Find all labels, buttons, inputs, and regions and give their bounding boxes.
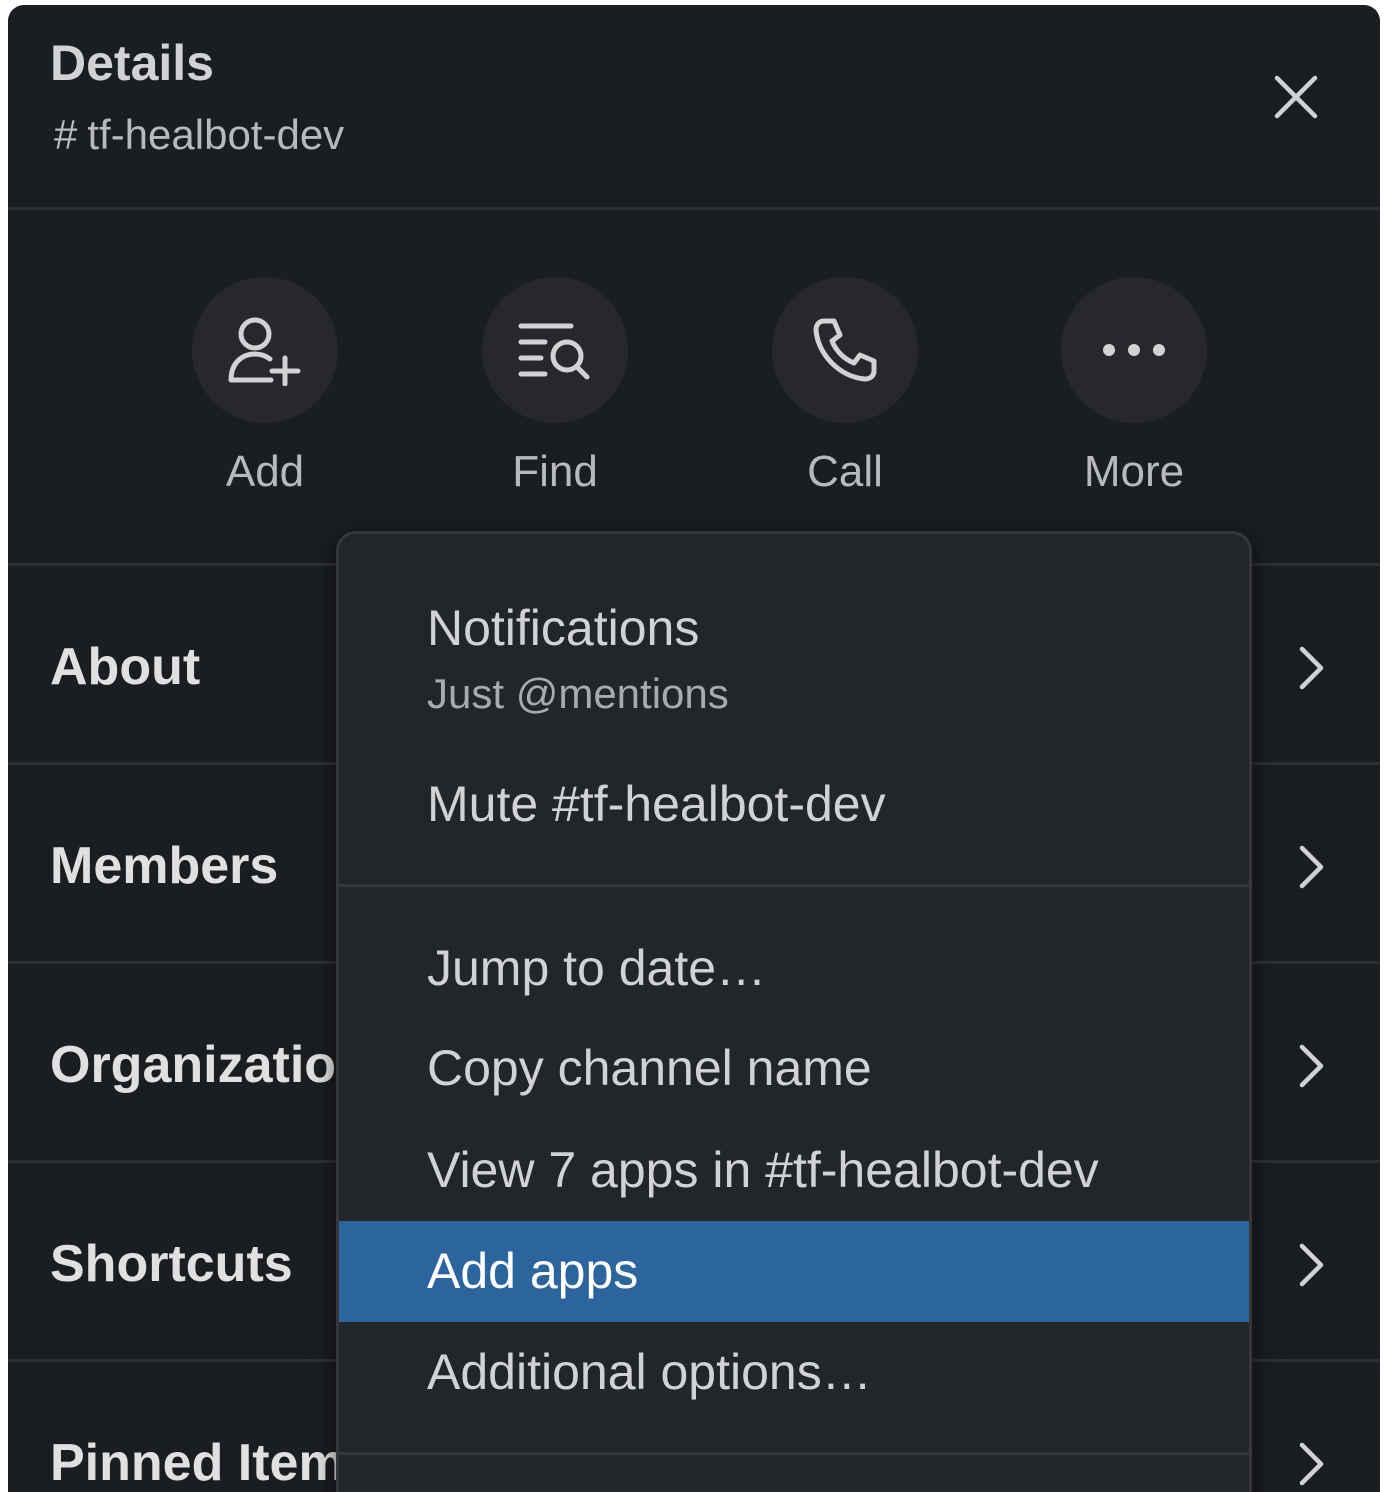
find-button[interactable]: Find <box>465 277 645 499</box>
more-menu: Notifications Just @mentions Mute #tf-he… <box>336 531 1252 1492</box>
details-header: Details # tf-healbot-dev <box>8 5 1380 210</box>
channel-details-panel: Details # tf-healbot-dev Add Find Call M… <box>8 5 1380 1492</box>
call-button-circle[interactable] <box>772 277 918 423</box>
chevron-right-icon <box>1291 1241 1331 1289</box>
row-pinned-items-label: Pinned Items <box>50 1434 374 1492</box>
chevron-right-icon <box>1291 843 1331 891</box>
call-label: Call <box>807 447 883 496</box>
menu-divider <box>339 1452 1249 1455</box>
more-label: More <box>1083 447 1185 496</box>
add-person-icon <box>228 317 301 386</box>
more-button[interactable]: More <box>1044 277 1224 499</box>
menu-item-add-apps[interactable]: Add apps <box>339 1221 1249 1322</box>
menu-divider <box>339 884 1249 887</box>
chevron-right-icon <box>1291 644 1331 692</box>
row-about-label: About <box>50 638 201 696</box>
menu-item-view-apps[interactable]: View 7 apps in #tf-healbot-dev <box>339 1140 1249 1200</box>
row-members-label: Members <box>50 837 279 895</box>
add-label: Add <box>225 447 305 496</box>
menu-item-mute[interactable]: Mute #tf-healbot-dev <box>339 774 1249 834</box>
channel-subtitle: # tf-healbot-dev <box>54 109 344 161</box>
add-button-circle[interactable] <box>192 277 338 423</box>
menu-item-copy-channel-name[interactable]: Copy channel name <box>339 1038 1249 1098</box>
phone-icon <box>813 318 877 382</box>
channel-hash-icon: # <box>54 111 78 158</box>
panel-title: Details <box>50 35 214 91</box>
call-button[interactable]: Call <box>755 277 935 499</box>
chevron-right-icon <box>1291 1440 1331 1488</box>
notifications-value: Just @mentions <box>427 670 729 717</box>
add-button[interactable]: Add <box>175 277 355 499</box>
channel-name: tf-healbot-dev <box>87 111 345 158</box>
close-button[interactable] <box>1266 67 1326 127</box>
find-button-circle[interactable] <box>482 277 628 423</box>
close-icon <box>1274 75 1318 119</box>
find-in-channel-icon <box>518 323 590 380</box>
menu-item-jump-to-date[interactable]: Jump to date… <box>339 938 1249 998</box>
notifications-label: Notifications <box>427 600 700 656</box>
find-label: Find <box>512 447 598 496</box>
menu-item-notifications[interactable]: Notifications Just @mentions <box>339 598 1249 720</box>
channel-actions: Add Find Call More <box>8 211 1380 566</box>
menu-item-additional-options[interactable]: Additional options… <box>339 1342 1249 1402</box>
chevron-right-icon <box>1291 1042 1331 1090</box>
more-button-circle[interactable] <box>1061 277 1207 423</box>
row-shortcuts-label: Shortcuts <box>50 1235 293 1293</box>
ellipsis-icon <box>1103 344 1165 356</box>
